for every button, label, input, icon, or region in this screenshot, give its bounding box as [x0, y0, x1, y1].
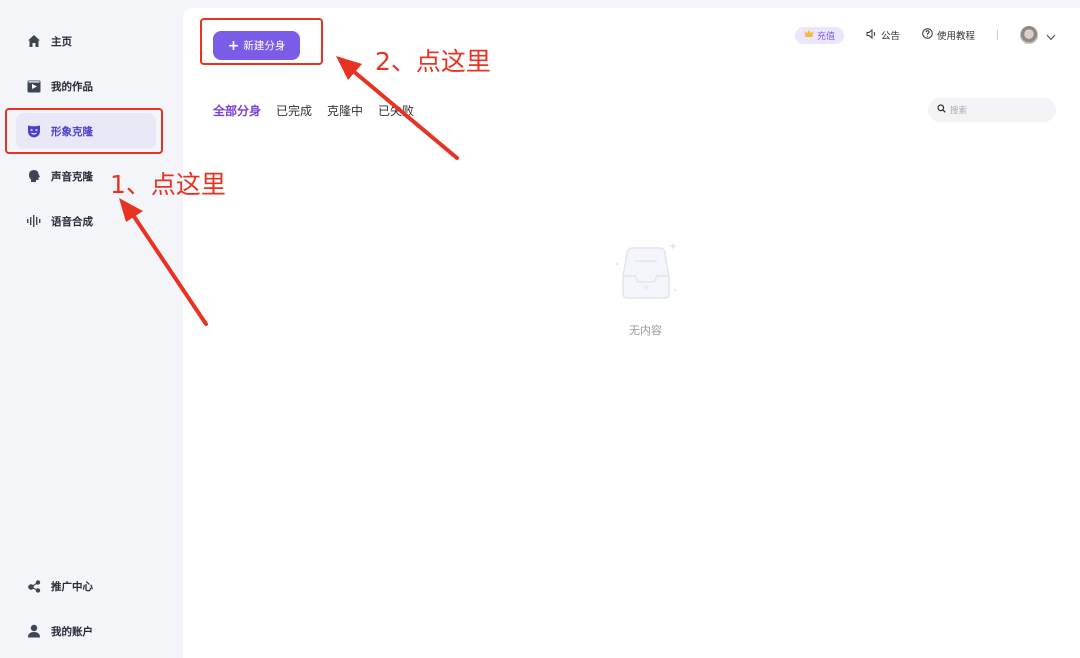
annotation-arrows	[119, 56, 459, 326]
annotation-arrow-1	[119, 198, 208, 326]
annotation-arrow-2	[336, 56, 459, 160]
